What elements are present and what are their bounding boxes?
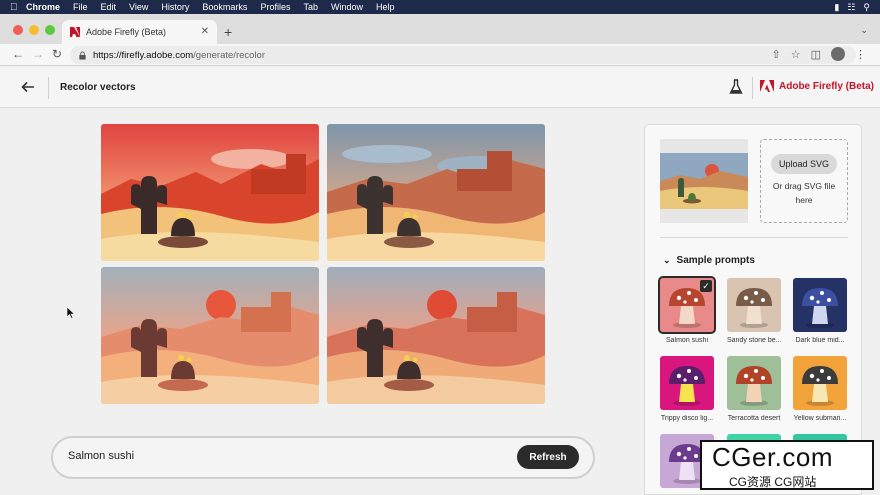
sample-prompt-label: Yellow submari... xyxy=(793,415,847,422)
menu-help[interactable]: Help xyxy=(376,2,395,12)
reference-thumbnail[interactable] xyxy=(660,139,748,223)
page-title: Recolor vectors xyxy=(60,82,136,93)
sample-prompt-item[interactable]: Sandy stone be... xyxy=(727,278,781,344)
profile-avatar[interactable] xyxy=(831,47,845,61)
sample-prompt-tile[interactable]: ✓ xyxy=(658,276,716,334)
lock-icon xyxy=(79,50,86,60)
menu-bookmarks[interactable]: Bookmarks xyxy=(202,2,247,12)
menu-edit[interactable]: Edit xyxy=(101,2,117,12)
menu-window[interactable]: Window xyxy=(331,2,363,12)
desert-scene-image xyxy=(101,267,319,404)
variant-image-4[interactable] xyxy=(327,267,545,404)
menubar-status-icons: ▮ ☷ ⚲ xyxy=(834,0,870,14)
window-controls xyxy=(13,25,55,35)
search-icon[interactable]: ⚲ xyxy=(863,2,870,13)
sample-prompt-tile[interactable] xyxy=(793,356,847,410)
battery-icon[interactable]: ▮ xyxy=(834,2,839,13)
sample-prompt-label: Trippy disco lig... xyxy=(660,415,714,422)
adobe-favicon-icon xyxy=(70,27,80,37)
minimize-window-icon[interactable] xyxy=(29,25,39,35)
toolbar-actions: ⇧ ☆ ◫ ⋮ xyxy=(772,47,866,61)
menu-view[interactable]: View xyxy=(129,2,148,12)
header-divider xyxy=(48,77,49,99)
selected-check-icon: ✓ xyxy=(700,280,712,292)
sample-prompt-tile[interactable] xyxy=(660,356,714,410)
sample-prompts-title: Sample prompts xyxy=(676,255,755,266)
close-window-icon[interactable] xyxy=(13,25,23,35)
upload-dropzone[interactable]: Upload SVG Or drag SVG file here xyxy=(760,139,848,223)
menu-tab[interactable]: Tab xyxy=(303,2,318,12)
new-tab-icon[interactable]: + xyxy=(224,24,232,40)
adobe-logo-icon xyxy=(760,80,774,92)
brand-name: Adobe Firefly (Beta) xyxy=(779,80,875,92)
sample-prompt-item[interactable]: Yellow submari... xyxy=(793,356,847,422)
watermark-text: CGer.com xyxy=(712,442,834,472)
flask-icon[interactable] xyxy=(729,79,743,95)
apple-icon[interactable]:  xyxy=(10,2,26,13)
reference-svg-thumbnail xyxy=(660,153,748,209)
back-arrow-icon[interactable] xyxy=(20,79,36,95)
mushroom-icon xyxy=(736,366,772,406)
prompt-bar: Refresh xyxy=(51,436,595,479)
sample-prompt-tile[interactable] xyxy=(727,278,781,332)
back-icon[interactable]: ← xyxy=(12,47,24,61)
mushroom-icon xyxy=(802,366,838,406)
sample-prompt-tile[interactable] xyxy=(793,278,847,332)
menu-file[interactable]: File xyxy=(73,2,88,12)
menu-history[interactable]: History xyxy=(161,2,189,12)
sidebar-icon[interactable]: ◫ xyxy=(811,48,821,61)
watermark-subtext: CG资源 CG网站 xyxy=(729,475,817,489)
sample-prompt-item[interactable]: Trippy disco lig... xyxy=(660,356,714,422)
chevron-down-icon[interactable]: ⌄ xyxy=(860,25,868,36)
variant-image-3[interactable] xyxy=(101,267,319,404)
share-icon[interactable]: ⇧ xyxy=(772,48,781,61)
prompt-input[interactable] xyxy=(68,450,488,462)
upload-svg-button[interactable]: Upload SVG xyxy=(771,154,837,174)
sample-prompt-tile[interactable] xyxy=(727,356,781,410)
macos-menubar:  Chrome File Edit View History Bookmark… xyxy=(0,0,880,14)
desert-scene-image xyxy=(327,124,545,261)
desert-scene-image xyxy=(101,124,319,261)
control-center-icon[interactable]: ☷ xyxy=(847,2,855,13)
tab-title: Adobe Firefly (Beta) xyxy=(86,27,167,37)
chevron-down-icon: ⌄ xyxy=(663,255,671,265)
refresh-button[interactable]: Refresh xyxy=(517,445,579,469)
sample-prompt-label: Salmon sushi xyxy=(665,337,709,344)
sample-prompt-item[interactable]: ✓ Salmon sushi xyxy=(658,276,716,344)
browser-toolbar: ← → ↻ https://firefly.adobe.com/generate… xyxy=(0,44,880,66)
browser-tab-strip: Adobe Firefly (Beta) ✕ + ⌄ xyxy=(0,14,880,44)
variant-image-1[interactable] xyxy=(101,124,319,261)
url-host: https://firefly.adobe.com xyxy=(93,49,194,61)
header-divider-right xyxy=(752,77,753,99)
reload-icon[interactable]: ↻ xyxy=(52,47,62,61)
sample-prompt-label: Sandy stone be... xyxy=(727,337,781,344)
address-bar[interactable]: https://firefly.adobe.com/generate/recol… xyxy=(70,46,856,64)
variant-image-2[interactable] xyxy=(327,124,545,261)
sample-prompt-item[interactable]: Dark blue mid... xyxy=(793,278,847,344)
panel-divider xyxy=(660,237,848,238)
zoom-window-icon[interactable] xyxy=(45,25,55,35)
forward-icon[interactable]: → xyxy=(32,47,44,61)
sample-prompt-label: Dark blue mid... xyxy=(795,337,845,344)
upload-hint: Or drag SVG file here xyxy=(772,181,836,205)
sample-prompts-header[interactable]: ⌄ Sample prompts xyxy=(663,255,755,266)
app-header: Recolor vectors Adobe Firefly (Beta) xyxy=(0,67,880,108)
more-menu-icon[interactable]: ⋮ xyxy=(855,48,866,61)
browser-tab[interactable]: Adobe Firefly (Beta) ✕ xyxy=(62,20,217,44)
mushroom-icon xyxy=(802,288,838,328)
menu-profiles[interactable]: Profiles xyxy=(260,2,290,12)
bookmark-star-icon[interactable]: ☆ xyxy=(791,48,801,61)
tab-close-icon[interactable]: ✕ xyxy=(201,26,209,37)
mouse-cursor-icon xyxy=(67,307,75,319)
brand-logo[interactable]: Adobe Firefly (Beta) xyxy=(760,80,874,92)
sample-prompt-label: Terracotta desert xyxy=(727,415,781,422)
desert-scene-image xyxy=(327,267,545,404)
url-path: /generate/recolor xyxy=(193,49,265,61)
mushroom-icon xyxy=(669,366,705,406)
mushroom-icon xyxy=(736,288,772,328)
menu-app-name[interactable]: Chrome xyxy=(26,2,60,12)
sample-prompt-item[interactable]: Terracotta desert xyxy=(727,356,781,422)
watermark: CGer.com CG资源 CG网站 xyxy=(700,440,874,490)
